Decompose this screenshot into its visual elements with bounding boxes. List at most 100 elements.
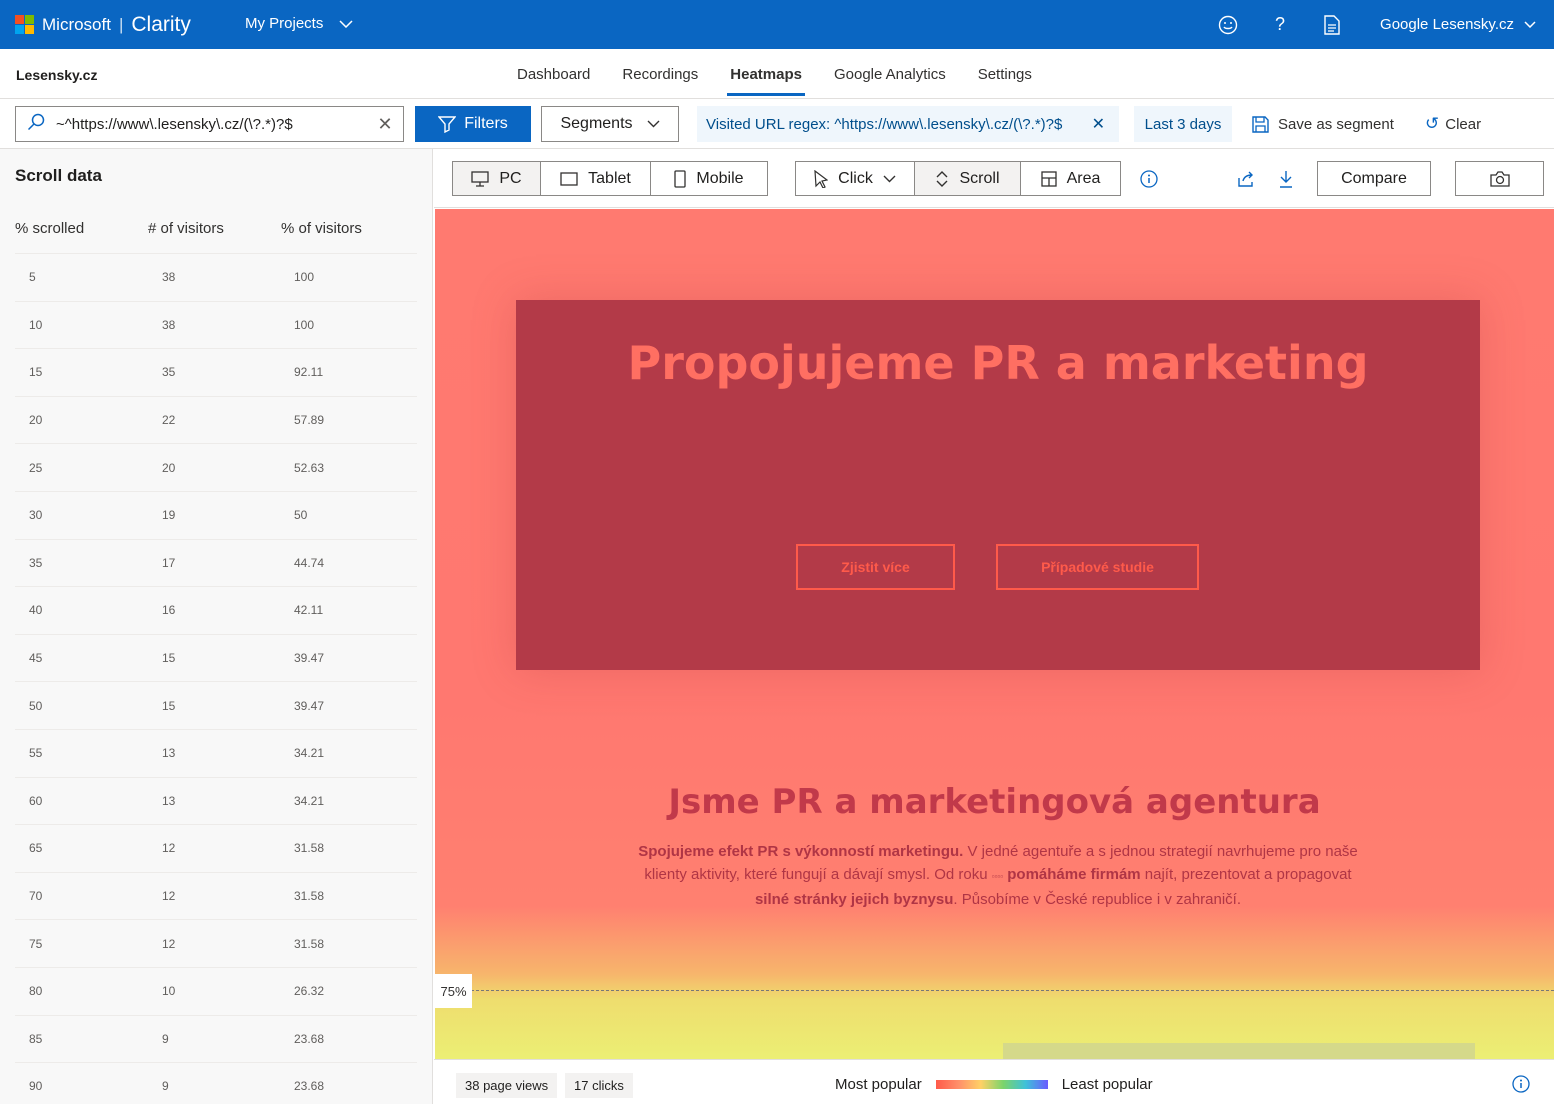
table-row: 35 17 44.74 — [15, 538, 417, 587]
tab-dashboard[interactable]: Dashboard — [501, 49, 606, 99]
chevron-down-icon — [339, 19, 353, 28]
project-nav-bar: Lesensky.cz Dashboard Recordings Heatmap… — [0, 49, 1554, 99]
table-cell: 5 — [29, 270, 36, 285]
clear-label: Clear — [1445, 115, 1482, 133]
text-span: najít, prezentovat a propagovat — [1140, 866, 1352, 883]
info-icon[interactable] — [1512, 1075, 1530, 1098]
mode-click-button[interactable]: Click — [796, 162, 915, 195]
save-as-segment-button[interactable]: Save as segment — [1252, 106, 1394, 142]
my-projects-dropdown[interactable]: My Projects — [245, 15, 353, 32]
tab-google-analytics[interactable]: Google Analytics — [818, 49, 962, 99]
scroll-heatmap-view[interactable]: Propojujeme PR a marketing Zjistit více … — [435, 209, 1554, 1059]
table-row: 30 19 50 — [15, 490, 417, 539]
info-icon[interactable] — [1138, 161, 1160, 196]
tab-settings[interactable]: Settings — [962, 49, 1048, 99]
legend-least-popular: Least popular — [1061, 1076, 1153, 1093]
segments-dropdown[interactable]: Segments — [541, 106, 679, 142]
download-icon[interactable] — [1275, 161, 1297, 196]
brand-divider: | — [118, 15, 124, 34]
heatmap-footer: 38 page views 17 clicks Most popular Lea… — [434, 1059, 1554, 1104]
document-icon[interactable] — [1306, 0, 1358, 49]
table-cell: 35 — [162, 365, 176, 380]
table-row: 80 10 26.32 — [15, 966, 417, 1015]
url-search-input[interactable]: ~^https://www\.lesensky\.cz/(\?.*)?$ ✕ — [15, 106, 404, 142]
clicks-stat: 17 clicks — [565, 1073, 633, 1098]
table-cell: 100 — [294, 317, 315, 332]
table-cell: 20 — [29, 413, 43, 428]
undo-icon: ↺ — [1425, 114, 1440, 133]
page-image-strip — [1003, 1043, 1475, 1059]
date-range-chip[interactable]: Last 3 days — [1134, 106, 1232, 142]
tab-heatmaps[interactable]: Heatmaps — [714, 49, 818, 99]
mode-click-label: Click — [838, 169, 873, 187]
filter-icon — [438, 116, 457, 133]
compare-button[interactable]: Compare — [1317, 161, 1431, 196]
remove-filter-icon[interactable]: ✕ — [1092, 114, 1105, 134]
table-cell: 12 — [162, 889, 176, 904]
table-cell: 25 — [29, 460, 43, 475]
area-icon — [1040, 170, 1057, 187]
clear-search-icon[interactable]: ✕ — [367, 114, 403, 135]
mode-area-button[interactable]: Area — [1021, 162, 1120, 195]
account-label: Google Lesensky.cz — [1380, 16, 1514, 33]
table-cell: 20 — [162, 460, 176, 475]
mode-scroll-button[interactable]: Scroll — [915, 162, 1021, 195]
device-tablet-button[interactable]: Tablet — [541, 162, 651, 195]
text-bold: silné stránky jejich byznysu — [754, 891, 954, 908]
column-header[interactable]: % scrolled — [15, 220, 148, 237]
table-row: 60 13 34.21 — [15, 776, 417, 825]
clicks-label: 17 clicks — [574, 1078, 624, 1093]
smiley-icon[interactable] — [1202, 0, 1254, 49]
share-icon[interactable] — [1234, 161, 1258, 196]
camera-icon — [1489, 170, 1510, 187]
table-cell: 12 — [162, 936, 176, 951]
table-cell: 55 — [29, 746, 43, 761]
tab-recordings[interactable]: Recordings — [606, 49, 714, 99]
table-cell: 9 — [162, 1079, 169, 1094]
hero-case-studies-button[interactable]: Případové studie — [996, 544, 1199, 590]
table-cell: 15 — [162, 651, 176, 666]
table-cell: 16 — [162, 603, 176, 618]
table-cell: 31.58 — [294, 936, 325, 951]
table-row: 20 22 57.89 — [15, 395, 417, 444]
table-cell: 40 — [29, 603, 43, 618]
screenshot-button[interactable] — [1455, 161, 1544, 196]
column-header[interactable]: # of visitors — [148, 220, 281, 237]
hero-banner: Propojujeme PR a marketing Zjistit více … — [516, 300, 1480, 670]
table-cell: 38 — [162, 270, 176, 285]
hero-title: Propojujeme PR a marketing — [627, 336, 1369, 390]
average-fold-line — [471, 990, 1554, 991]
table-cell: 22 — [162, 413, 176, 428]
column-header[interactable]: % of visitors — [281, 220, 362, 237]
device-pc-button[interactable]: PC — [453, 162, 541, 195]
table-header: % scrolled # of visitors % of visitors — [15, 220, 415, 237]
search-value: ~^https://www\.lesensky\.cz/(\?.*)?$ — [56, 115, 293, 133]
table-cell: 23.68 — [294, 1031, 325, 1046]
table-row: 50 15 39.47 — [15, 681, 417, 729]
table-cell: 13 — [162, 746, 176, 761]
filters-button[interactable]: Filters — [415, 106, 531, 142]
device-mobile-button[interactable]: Mobile — [651, 162, 767, 195]
account-menu[interactable]: Google Lesensky.cz — [1380, 16, 1536, 33]
table-cell: 19 — [162, 508, 176, 523]
help-icon[interactable]: ? — [1254, 0, 1306, 49]
clear-button[interactable]: ↺ Clear — [1425, 106, 1481, 142]
chevron-down-icon — [1524, 21, 1536, 28]
page-views-stat: 38 page views — [456, 1073, 558, 1098]
table-cell: 44.74 — [294, 555, 325, 570]
table-cell: 31.58 — [294, 841, 325, 856]
table-cell: 92.11 — [294, 365, 324, 380]
url-filter-chip[interactable]: Visited URL regex: ^https://www\.lesensk… — [697, 106, 1119, 142]
text-bold: pomáháme firmám — [1003, 866, 1141, 883]
table-cell: 65 — [29, 841, 43, 856]
table-cell: 42.11 — [294, 603, 324, 618]
table-cell: 38 — [162, 317, 176, 332]
heat-legend: Most popular Least popular — [835, 1076, 1153, 1093]
hero-learn-more-button[interactable]: Zjistit více — [796, 544, 955, 590]
table-row: 65 12 31.58 — [15, 824, 417, 872]
table-cell: 30 — [29, 508, 43, 523]
table-cell: 12 — [162, 841, 176, 856]
table-cell: 10 — [29, 317, 43, 332]
desktop-icon — [471, 170, 490, 187]
brand[interactable]: Microsoft | Clarity — [42, 13, 191, 37]
